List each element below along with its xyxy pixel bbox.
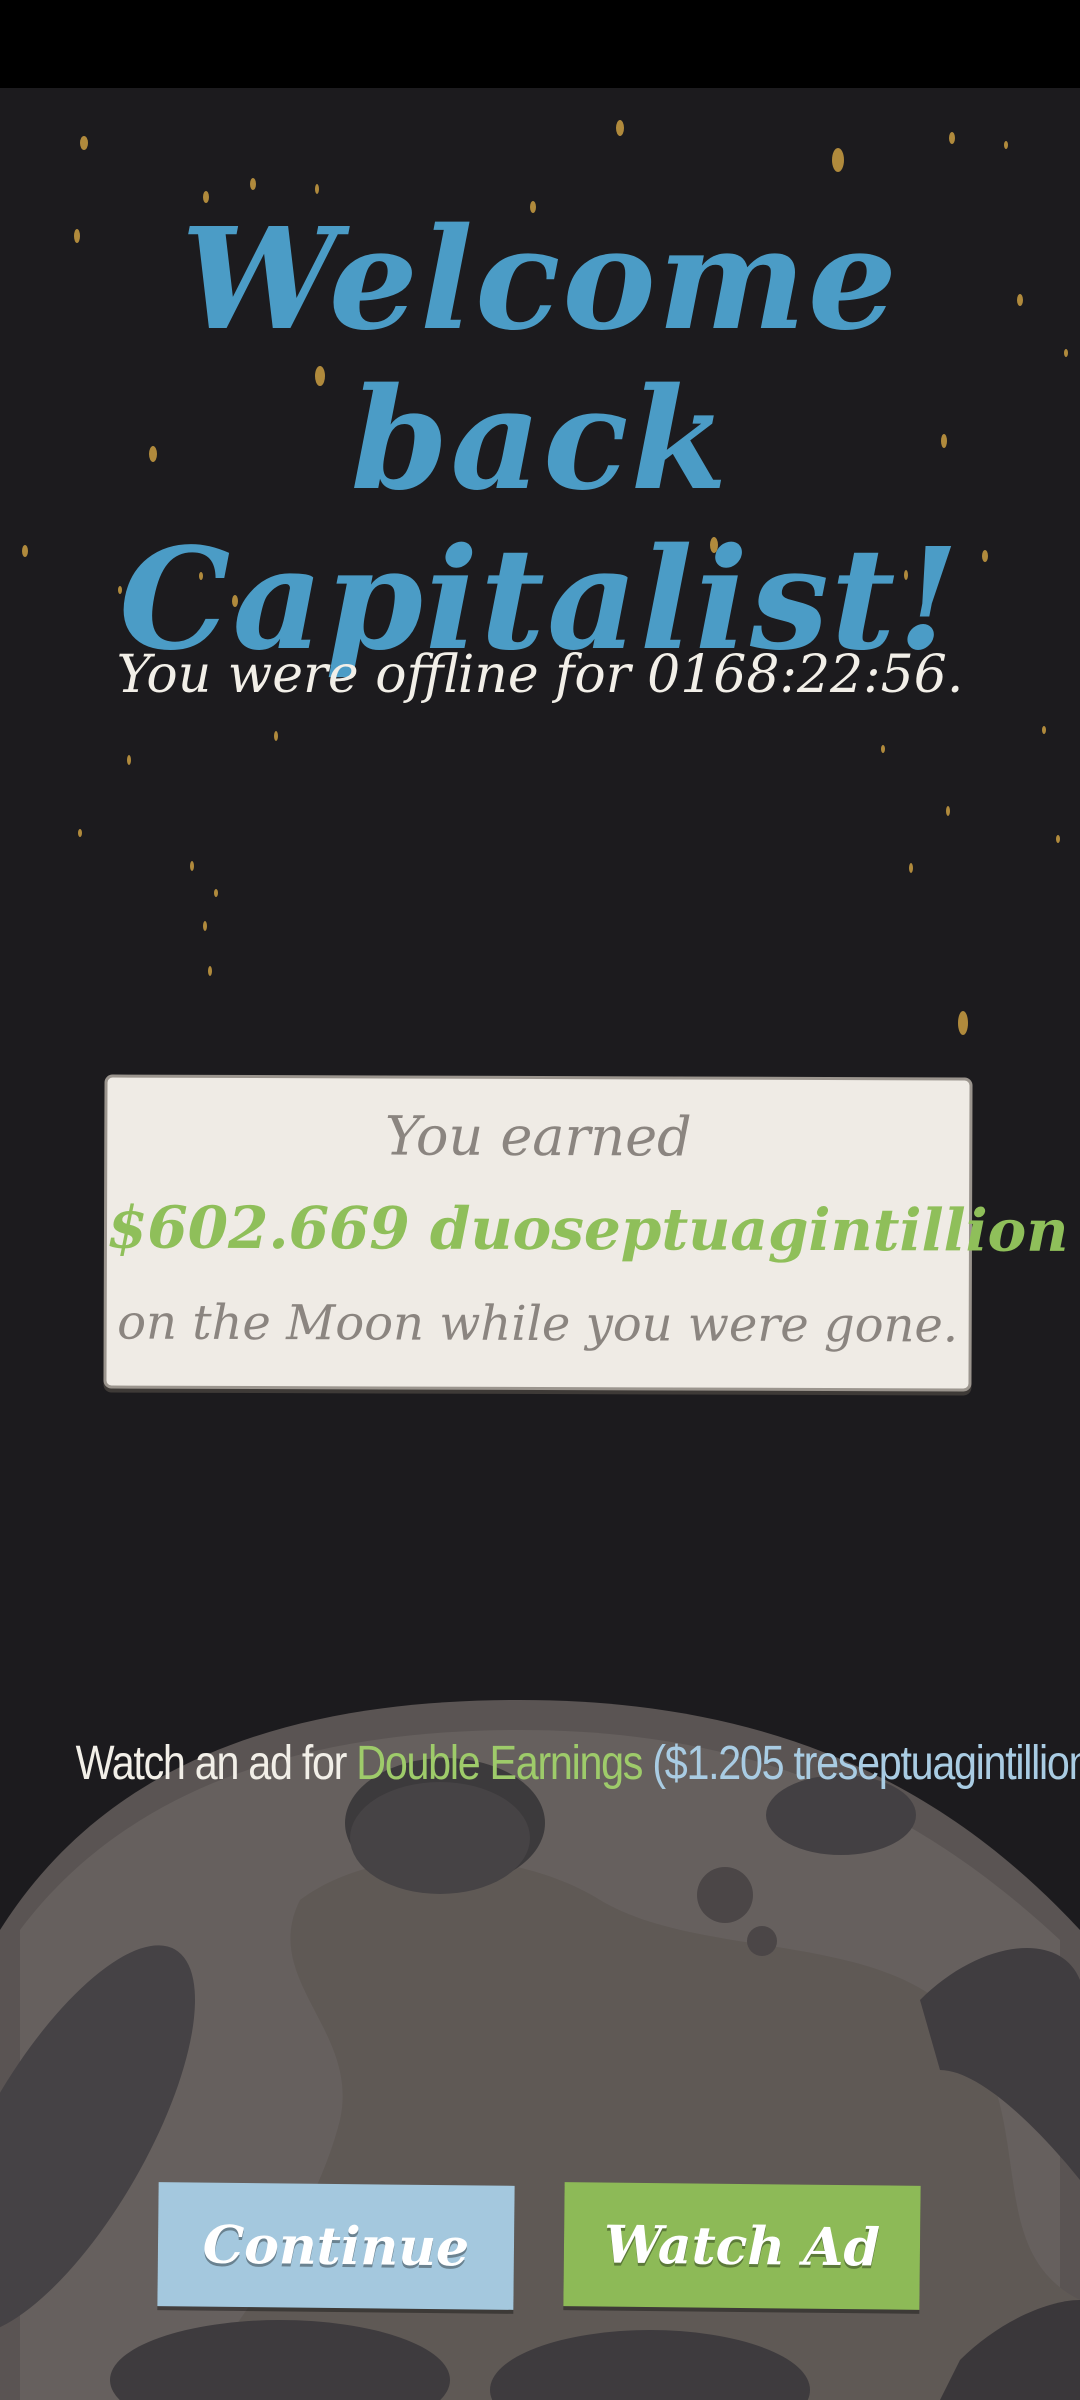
earnings-amount: $602.669 duoseptuagintillion bbox=[106, 1193, 1069, 1265]
earnings-card: You earned $602.669 duoseptuagintillion … bbox=[103, 1074, 1069, 1392]
ad-offer-amount: ($1.205 treseptuagintillion) bbox=[642, 1737, 1080, 1790]
offline-duration-text: You were offline for 0168:22:56. bbox=[116, 645, 964, 705]
ad-offer-highlight: Double Earnings bbox=[356, 1737, 643, 1790]
ad-offer-text: Watch an ad for Double Earnings ($1.205 … bbox=[75, 1732, 1080, 1796]
status-bar bbox=[0, 0, 1080, 88]
watch-ad-button[interactable]: Watch Ad bbox=[563, 2182, 921, 2310]
continue-button[interactable]: Continue bbox=[157, 2182, 515, 2310]
title-line-1: Welcome back bbox=[181, 198, 899, 522]
page-title: Welcome back Capitalist! bbox=[0, 200, 1080, 680]
earnings-intro-text: You earned bbox=[384, 1104, 692, 1169]
ad-offer-prefix: Watch an ad for bbox=[75, 1737, 357, 1790]
earnings-location-text: on the Moon while you were gone. bbox=[117, 1294, 959, 1354]
